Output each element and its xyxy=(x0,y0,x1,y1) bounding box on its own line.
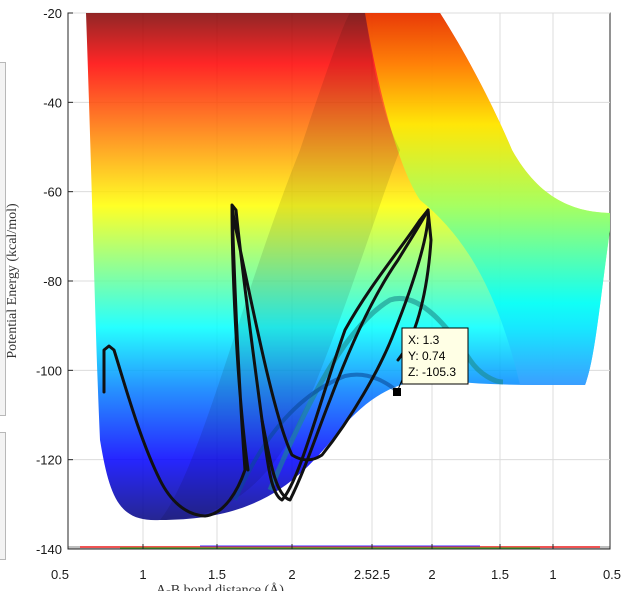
data-tip-x: X: 1.3 xyxy=(408,333,440,347)
y-tick-label: -80 xyxy=(43,274,62,289)
x-tick-label: 1.5 xyxy=(491,567,509,582)
y-tick-label: -20 xyxy=(43,6,62,21)
y-tick-label: -40 xyxy=(43,95,62,110)
data-tip-y: Y: 0.74 xyxy=(408,349,446,363)
x-axis: 0.5 1 1.5 2 2.52.5 2 1.5 1 0.5 A-B bond distance… xyxy=(51,544,621,591)
y-tick-label: -60 xyxy=(43,185,62,200)
x-axis-label: A-B bond distance (Å) xyxy=(156,582,284,591)
x-tick-label: 2.52.5 xyxy=(354,567,390,582)
x-tick-label: 1.5 xyxy=(208,567,226,582)
y-tick-label: -120 xyxy=(36,453,62,468)
potential-energy-surface-plot: -20 -40 -60 -80 -100 -120 -140 Potential Energ… xyxy=(5,6,621,591)
y-tick-label: -140 xyxy=(36,542,62,557)
data-tip-z: Z: -105.3 xyxy=(408,365,456,379)
y-axis-label: Potential Energy (kcal/mol) xyxy=(5,203,20,359)
y-axis: -20 -40 -60 -80 -100 -120 -140 Potential Energ… xyxy=(5,6,73,557)
x-tick-label: 2 xyxy=(428,567,435,582)
x-tick-label: 0.5 xyxy=(51,567,69,582)
x-tick-label: 1 xyxy=(549,567,556,582)
y-tick-label: -100 xyxy=(36,363,62,378)
x-tick-label: 2 xyxy=(288,567,295,582)
x-tick-label: 0.5 xyxy=(603,567,621,582)
x-tick-label: 1 xyxy=(139,567,146,582)
